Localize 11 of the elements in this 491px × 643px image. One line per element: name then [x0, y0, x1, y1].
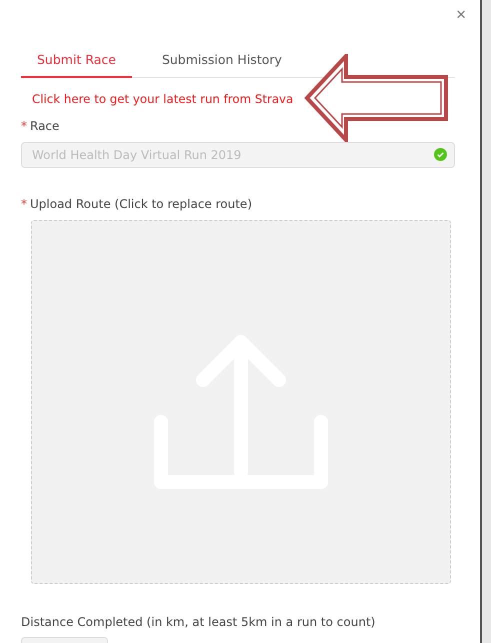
field-label: Distance Completed (in km, at least 5km in a run to count) [21, 615, 376, 629]
tab[interactable]: Submit Race [21, 49, 132, 78]
strava-link[interactable]: Click here to get your latest run from Strava [32, 92, 294, 106]
field-label: Race [30, 119, 60, 133]
upload-dropzone[interactable] [31, 220, 451, 584]
close-button[interactable]: × [456, 5, 466, 25]
arrow-icon [303, 54, 449, 142]
required-mark: * [21, 119, 27, 133]
tab[interactable]: Submission History [146, 49, 298, 78]
field-label: Upload Route (Click to replace route) [30, 197, 252, 211]
required-mark: * [21, 197, 27, 211]
